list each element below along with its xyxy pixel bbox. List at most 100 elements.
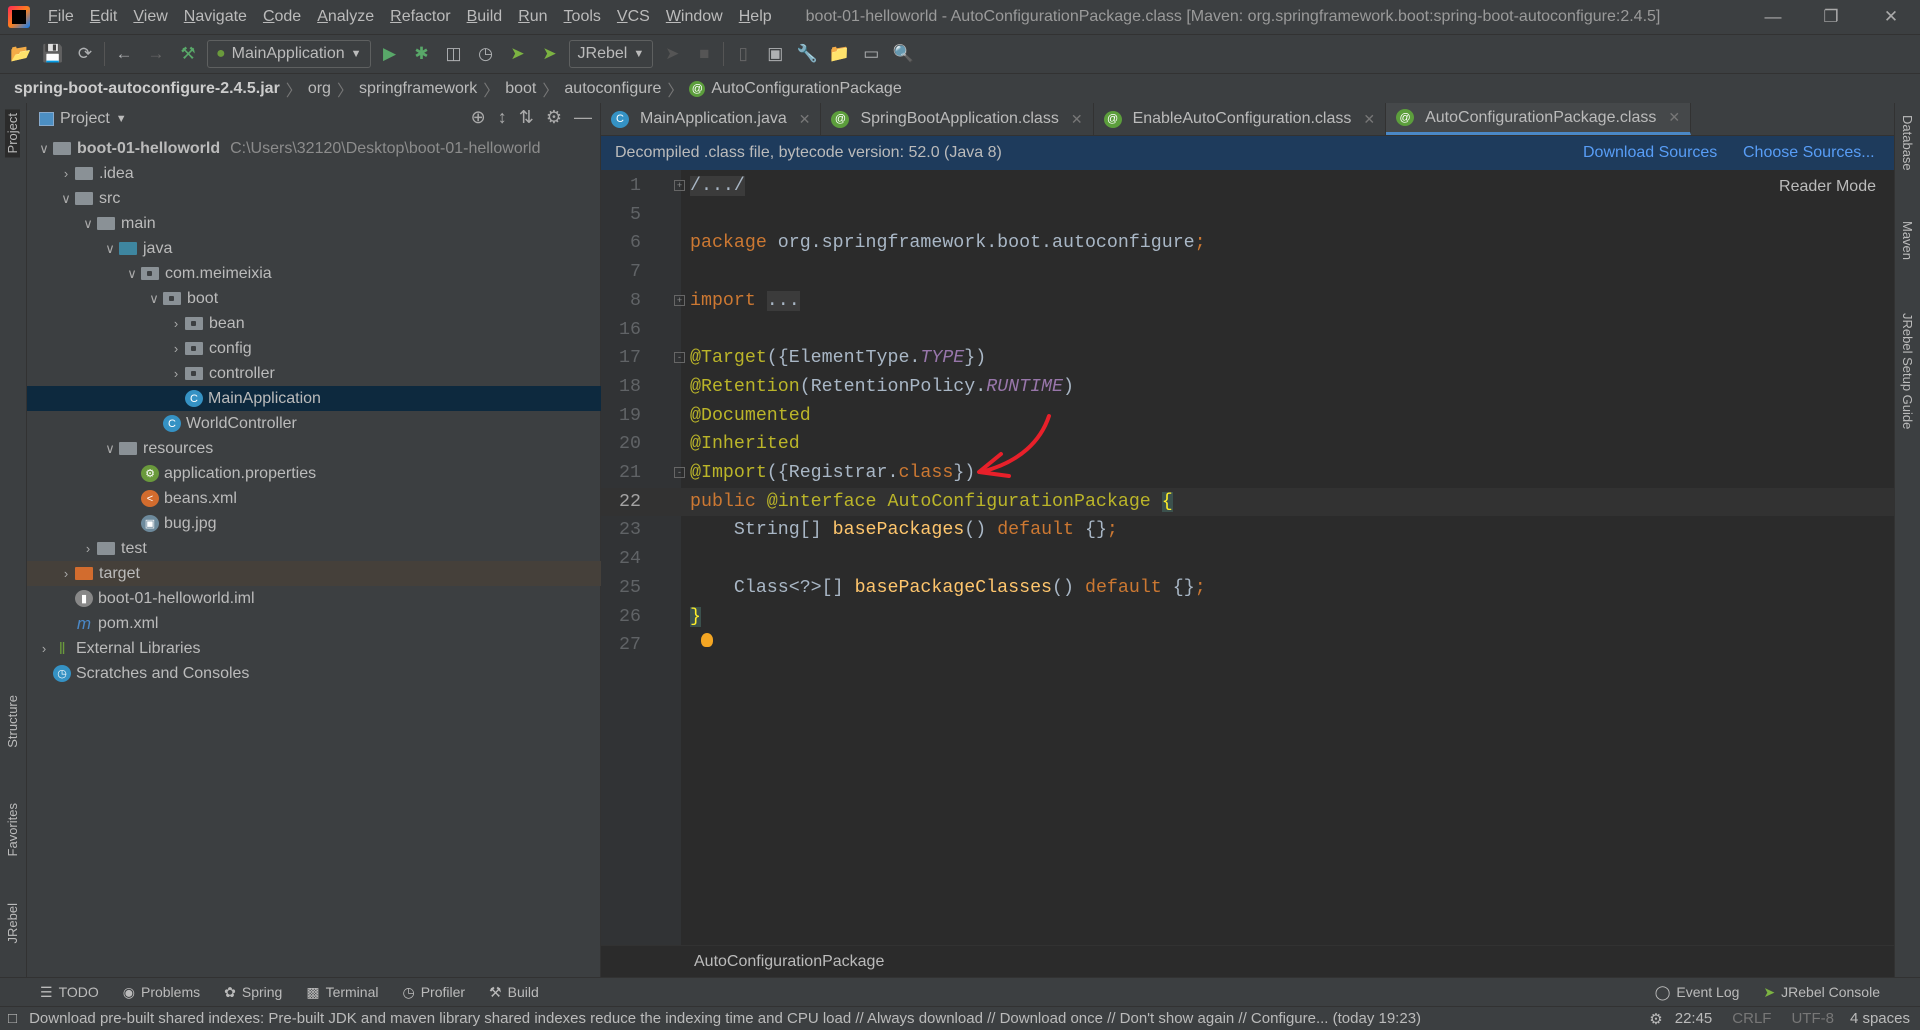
project-structure-icon[interactable]: 📁: [826, 41, 852, 67]
search-icon[interactable]: 🔍: [890, 41, 916, 67]
breadcrumb-autoconfigure[interactable]: autoconfigure: [564, 80, 661, 98]
menu-help[interactable]: Help: [731, 8, 780, 26]
chevron-down-icon[interactable]: ∨: [57, 191, 75, 207]
chevron-down-icon[interactable]: ∨: [101, 241, 119, 257]
menu-file[interactable]: File: [40, 8, 82, 26]
tree-item[interactable]: ∨ boot: [27, 286, 601, 311]
event-log-button[interactable]: ◯ Event Log: [1655, 984, 1740, 1001]
status-toggle-icon[interactable]: □: [8, 1010, 17, 1027]
close-tab-icon[interactable]: ✕: [1071, 111, 1083, 128]
profiler-button[interactable]: ◷ Profiler: [402, 984, 465, 1001]
chevron-down-icon[interactable]: ∨: [145, 291, 163, 307]
code-line[interactable]: 8 + import ...: [601, 287, 1894, 316]
menu-view[interactable]: View: [125, 8, 175, 26]
stripe-jrebel-setup-guide[interactable]: JRebel Setup Guide: [1900, 313, 1915, 429]
code-line[interactable]: 18 @Retention(RetentionPolicy.RUNTIME): [601, 373, 1894, 402]
problems-button[interactable]: ◉ Problems: [123, 984, 200, 1001]
jrebel-dropdown[interactable]: JRebel ▼: [568, 40, 654, 68]
chevron-down-icon[interactable]: ∨: [79, 216, 97, 232]
status-message[interactable]: Download pre-built shared indexes: Pre-b…: [29, 1010, 1421, 1027]
footer-class-name[interactable]: AutoConfigurationPackage: [694, 953, 884, 971]
file-encoding[interactable]: UTF-8: [1791, 1010, 1834, 1027]
terminal-icon[interactable]: ▭: [858, 41, 884, 67]
tree-item[interactable]: ∨ main: [27, 211, 601, 236]
reader-mode-button[interactable]: Reader Mode: [1779, 178, 1876, 196]
close-icon[interactable]: ✕: [1862, 0, 1920, 34]
tab-enable-auto-configuration[interactable]: @ EnableAutoConfiguration.class ✕: [1094, 103, 1387, 135]
tree-item[interactable]: C MainApplication: [27, 386, 601, 411]
collapse-all-icon[interactable]: ⇅: [519, 107, 534, 128]
menu-vcs[interactable]: VCS: [609, 8, 658, 26]
tree-item[interactable]: ▣ bug.jpg: [27, 511, 601, 536]
code-editor[interactable]: 1 + /.../ 5 6 package org.springframework.boo…: [601, 170, 1894, 945]
terminal-button[interactable]: ▩ Terminal: [306, 984, 378, 1001]
fold-toggle-icon[interactable]: -: [674, 467, 685, 478]
tree-item[interactable]: ∨ resources: [27, 436, 601, 461]
profile-icon[interactable]: ◷: [473, 41, 499, 67]
tree-item[interactable]: › .idea: [27, 161, 601, 186]
stripe-project[interactable]: Project: [5, 109, 20, 158]
tree-item[interactable]: ⚙ application.properties: [27, 461, 601, 486]
minimize-icon[interactable]: —: [1744, 0, 1802, 34]
tree-item[interactable]: ∨ com.meimeixia: [27, 261, 601, 286]
chevron-right-icon[interactable]: ›: [35, 641, 53, 656]
jrebel-debug-icon[interactable]: ➤: [537, 41, 563, 67]
jrebel-run-icon[interactable]: ➤: [505, 41, 531, 67]
back-icon[interactable]: ←: [111, 41, 137, 67]
menu-code[interactable]: Code: [255, 8, 309, 26]
line-separator[interactable]: CRLF: [1732, 1010, 1771, 1027]
breadcrumb-boot[interactable]: boot: [505, 80, 536, 98]
code-line[interactable]: 5: [601, 201, 1894, 230]
settings-wrench-icon[interactable]: 🔧: [794, 41, 820, 67]
menu-window[interactable]: Window: [658, 8, 731, 26]
close-tab-icon[interactable]: ✕: [799, 111, 811, 128]
tree-item[interactable]: ▮ boot-01-helloworld.iml: [27, 586, 601, 611]
code-line[interactable]: 20 @Inherited: [601, 430, 1894, 459]
code-line[interactable]: 26}: [601, 603, 1894, 632]
chevron-right-icon[interactable]: ›: [167, 341, 185, 356]
caret-position[interactable]: 22:45: [1675, 1010, 1713, 1027]
code-line[interactable]: 7: [601, 258, 1894, 287]
tree-item[interactable]: m pom.xml: [27, 611, 601, 636]
code-line[interactable]: 22 public @interface AutoConfigurationPac…: [601, 487, 1894, 517]
tree-item[interactable]: ∨ java: [27, 236, 601, 261]
locate-icon[interactable]: ⊕: [471, 107, 486, 128]
chevron-down-icon[interactable]: ∨: [123, 266, 141, 282]
breadcrumb-springframework[interactable]: springframework: [359, 80, 477, 98]
tree-item[interactable]: › test: [27, 536, 601, 561]
breadcrumb-jar[interactable]: spring-boot-autoconfigure-2.4.5.jar: [14, 80, 280, 98]
breadcrumb-current[interactable]: AutoConfigurationPackage: [711, 80, 901, 98]
open-folder-icon[interactable]: 📂: [8, 41, 34, 67]
tree-item[interactable]: › controller: [27, 361, 601, 386]
tree-item[interactable]: ∨ src: [27, 186, 601, 211]
code-line[interactable]: 16: [601, 316, 1894, 345]
download-sources-link[interactable]: Download Sources: [1583, 144, 1717, 162]
build-hammer-icon[interactable]: ⚒: [175, 41, 201, 67]
gear-icon[interactable]: ⚙: [546, 107, 562, 128]
debug-icon[interactable]: ✱: [409, 41, 435, 67]
code-line[interactable]: 19 @Documented: [601, 402, 1894, 431]
jrebel-console-button[interactable]: ➤ JRebel Console: [1763, 984, 1880, 1001]
chevron-right-icon[interactable]: ›: [57, 166, 75, 181]
menu-navigate[interactable]: Navigate: [176, 8, 255, 26]
menu-analyze[interactable]: Analyze: [309, 8, 382, 26]
tree-item[interactable]: › ‖ External Libraries: [27, 636, 601, 661]
tab-auto-configuration-package[interactable]: @ AutoConfigurationPackage.class ✕: [1386, 103, 1692, 135]
tree-item-root[interactable]: ∨ boot-01-helloworld C:\Users\32120\Desk…: [27, 136, 601, 161]
code-line[interactable]: 25 Class<?>[] basePackageClasses() defau…: [601, 574, 1894, 603]
sync-icon[interactable]: ⟳: [72, 41, 98, 67]
expand-all-icon[interactable]: ↕: [498, 107, 507, 128]
indexing-icon[interactable]: ⚙: [1649, 1010, 1662, 1028]
forward-icon[interactable]: →: [143, 41, 169, 67]
fold-toggle-icon[interactable]: -: [674, 352, 685, 364]
stripe-jrebel[interactable]: JRebel: [5, 903, 20, 943]
tree-item[interactable]: C WorldController: [27, 411, 601, 436]
tree-item[interactable]: › target: [27, 561, 601, 586]
tree-item[interactable]: › bean: [27, 311, 601, 336]
fold-toggle-icon[interactable]: +: [674, 294, 685, 306]
indent-setting[interactable]: 4 spaces: [1850, 1010, 1910, 1027]
fold-toggle-icon[interactable]: +: [674, 180, 685, 191]
coverage-icon[interactable]: ◫: [441, 41, 467, 67]
menu-edit[interactable]: Edit: [82, 8, 126, 26]
chevron-down-icon[interactable]: ∨: [35, 141, 53, 157]
